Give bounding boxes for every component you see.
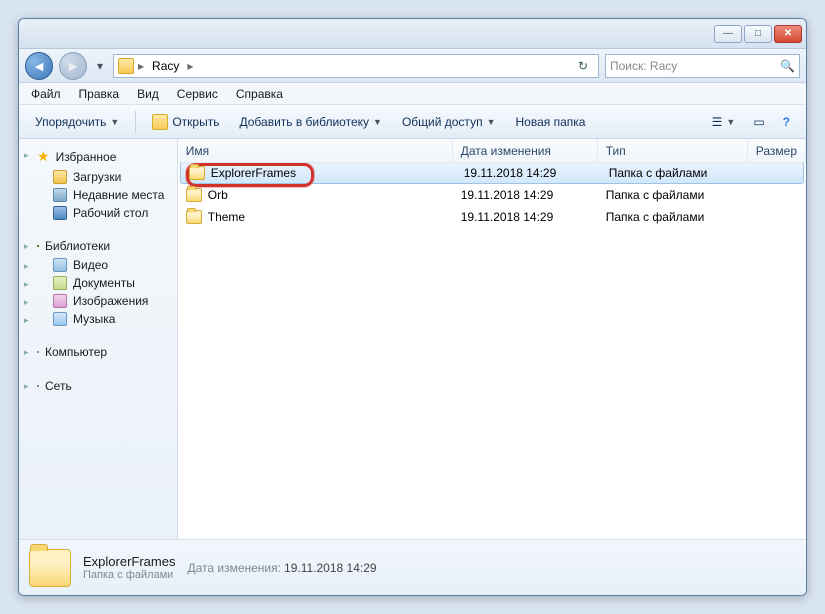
titlebar: — □ ✕ [19, 19, 806, 49]
libraries-icon [37, 245, 39, 247]
back-button[interactable]: ◄ [25, 52, 53, 80]
details-type: Папка с файлами [83, 569, 175, 581]
file-type: Папка с файлами [598, 188, 748, 202]
explorer-window: — □ ✕ ◄ ► ▾ ▸ Racy ▸ ↻ Поиск: Racy 🔍 Фай… [18, 18, 807, 596]
file-name: ExplorerFrames [211, 166, 296, 180]
sidebar-item-recent[interactable]: Недавние места [19, 186, 177, 204]
downloads-icon [53, 170, 67, 184]
menu-tools[interactable]: Сервис [169, 85, 226, 103]
column-headers: Имя Дата изменения Тип Размер [178, 139, 806, 163]
sidebar-libraries-header[interactable]: ▸Библиотеки [19, 236, 177, 256]
folder-icon [186, 188, 202, 202]
share-button[interactable]: Общий доступ▼ [394, 112, 504, 132]
nav-computer: ▸Компьютер [19, 342, 177, 362]
maximize-button[interactable]: □ [744, 25, 772, 43]
file-row[interactable]: Orb 19.11.2018 14:29Папка с файлами [178, 184, 806, 206]
folder-icon-large [29, 549, 71, 587]
sidebar-item-downloads[interactable]: Загрузки [19, 168, 177, 186]
col-name[interactable]: Имя [178, 139, 453, 162]
content-pane: Имя Дата изменения Тип Размер ExplorerFr… [178, 139, 806, 539]
search-input[interactable]: Поиск: Racy 🔍 [605, 54, 800, 78]
file-name: Orb [208, 188, 228, 202]
search-placeholder: Поиск: Racy [610, 59, 677, 73]
minimize-button[interactable]: — [714, 25, 742, 43]
preview-pane-button[interactable]: ▭ [745, 112, 772, 132]
help-button[interactable]: ? [775, 112, 798, 132]
view-mode-button[interactable]: ☰▼ [704, 112, 744, 132]
sidebar-network[interactable]: ▸Сеть [19, 376, 177, 396]
history-dropdown-icon[interactable]: ▾ [93, 55, 107, 77]
sidebar-item-music[interactable]: ▸Музыка [19, 310, 177, 328]
breadcrumb-sep[interactable]: ▸ [187, 59, 193, 73]
sidebar-item-documents[interactable]: ▸Документы [19, 274, 177, 292]
close-button[interactable]: ✕ [774, 25, 802, 43]
star-icon: ★ [37, 148, 50, 165]
details-name: ExplorerFrames [83, 554, 175, 569]
menu-help[interactable]: Справка [228, 85, 291, 103]
documents-icon [53, 276, 67, 290]
file-date: 19.11.2018 14:29 [453, 188, 598, 202]
nav-favorites: ▸★Избранное Загрузки Недавние места Рабо… [19, 145, 177, 222]
open-button[interactable]: Открыть [144, 111, 227, 133]
file-row[interactable]: Theme 19.11.2018 14:29Папка с файлами [178, 206, 806, 228]
computer-icon [37, 351, 39, 353]
search-icon: 🔍 [780, 59, 795, 73]
file-date: 19.11.2018 14:29 [456, 166, 601, 180]
recent-icon [53, 188, 67, 202]
menu-file[interactable]: Файл [23, 85, 69, 103]
toolbar: Упорядочить▼ Открыть Добавить в библиоте… [19, 105, 806, 139]
file-date: 19.11.2018 14:29 [453, 210, 598, 224]
folder-icon [152, 114, 168, 130]
address-bar[interactable]: ▸ Racy ▸ ↻ [113, 54, 599, 78]
file-list[interactable]: ExplorerFrames19.11.2018 14:29Папка с фа… [178, 163, 806, 539]
folder-icon [118, 58, 134, 74]
file-name: Theme [208, 210, 245, 224]
col-type[interactable]: Тип [598, 139, 748, 162]
sidebar-item-video[interactable]: ▸Видео [19, 256, 177, 274]
folder-icon [186, 210, 202, 224]
body: ▸★Избранное Загрузки Недавние места Рабо… [19, 139, 806, 539]
nav-network: ▸Сеть [19, 376, 177, 396]
details-pane: ExplorerFrames Папка с файлами Дата изме… [19, 539, 806, 595]
new-folder-button[interactable]: Новая папка [507, 112, 593, 132]
breadcrumb-folder[interactable]: Racy [148, 59, 183, 73]
forward-button[interactable]: ► [59, 52, 87, 80]
images-icon [53, 294, 67, 308]
details-date: Дата изменения: 19.11.2018 14:29 [187, 561, 376, 575]
menubar: Файл Правка Вид Сервис Справка [19, 83, 806, 105]
music-icon [53, 312, 67, 326]
folder-icon [189, 166, 205, 180]
sidebar-item-images[interactable]: ▸Изображения [19, 292, 177, 310]
breadcrumb-sep: ▸ [138, 59, 144, 73]
menu-edit[interactable]: Правка [71, 85, 128, 103]
organize-button[interactable]: Упорядочить▼ [27, 112, 127, 132]
file-type: Папка с файлами [598, 210, 748, 224]
add-to-library-button[interactable]: Добавить в библиотеку▼ [231, 112, 389, 132]
col-date[interactable]: Дата изменения [453, 139, 598, 162]
sidebar-computer[interactable]: ▸Компьютер [19, 342, 177, 362]
separator [135, 111, 136, 133]
col-size[interactable]: Размер [748, 139, 806, 162]
sidebar-item-desktop[interactable]: Рабочий стол [19, 204, 177, 222]
network-icon [37, 385, 39, 387]
menu-view[interactable]: Вид [129, 85, 167, 103]
file-row[interactable]: ExplorerFrames 19.11.2018 14:29Папка с фа… [180, 163, 804, 184]
refresh-icon[interactable]: ↻ [572, 59, 594, 73]
file-type: Папка с файлами [601, 166, 751, 180]
desktop-icon [53, 206, 67, 220]
nav-libraries: ▸Библиотеки ▸Видео ▸Документы ▸Изображен… [19, 236, 177, 328]
nav-row: ◄ ► ▾ ▸ Racy ▸ ↻ Поиск: Racy 🔍 [19, 49, 806, 83]
video-icon [53, 258, 67, 272]
sidebar-favorites-header[interactable]: ▸★Избранное [19, 145, 177, 168]
sidebar: ▸★Избранное Загрузки Недавние места Рабо… [19, 139, 178, 539]
